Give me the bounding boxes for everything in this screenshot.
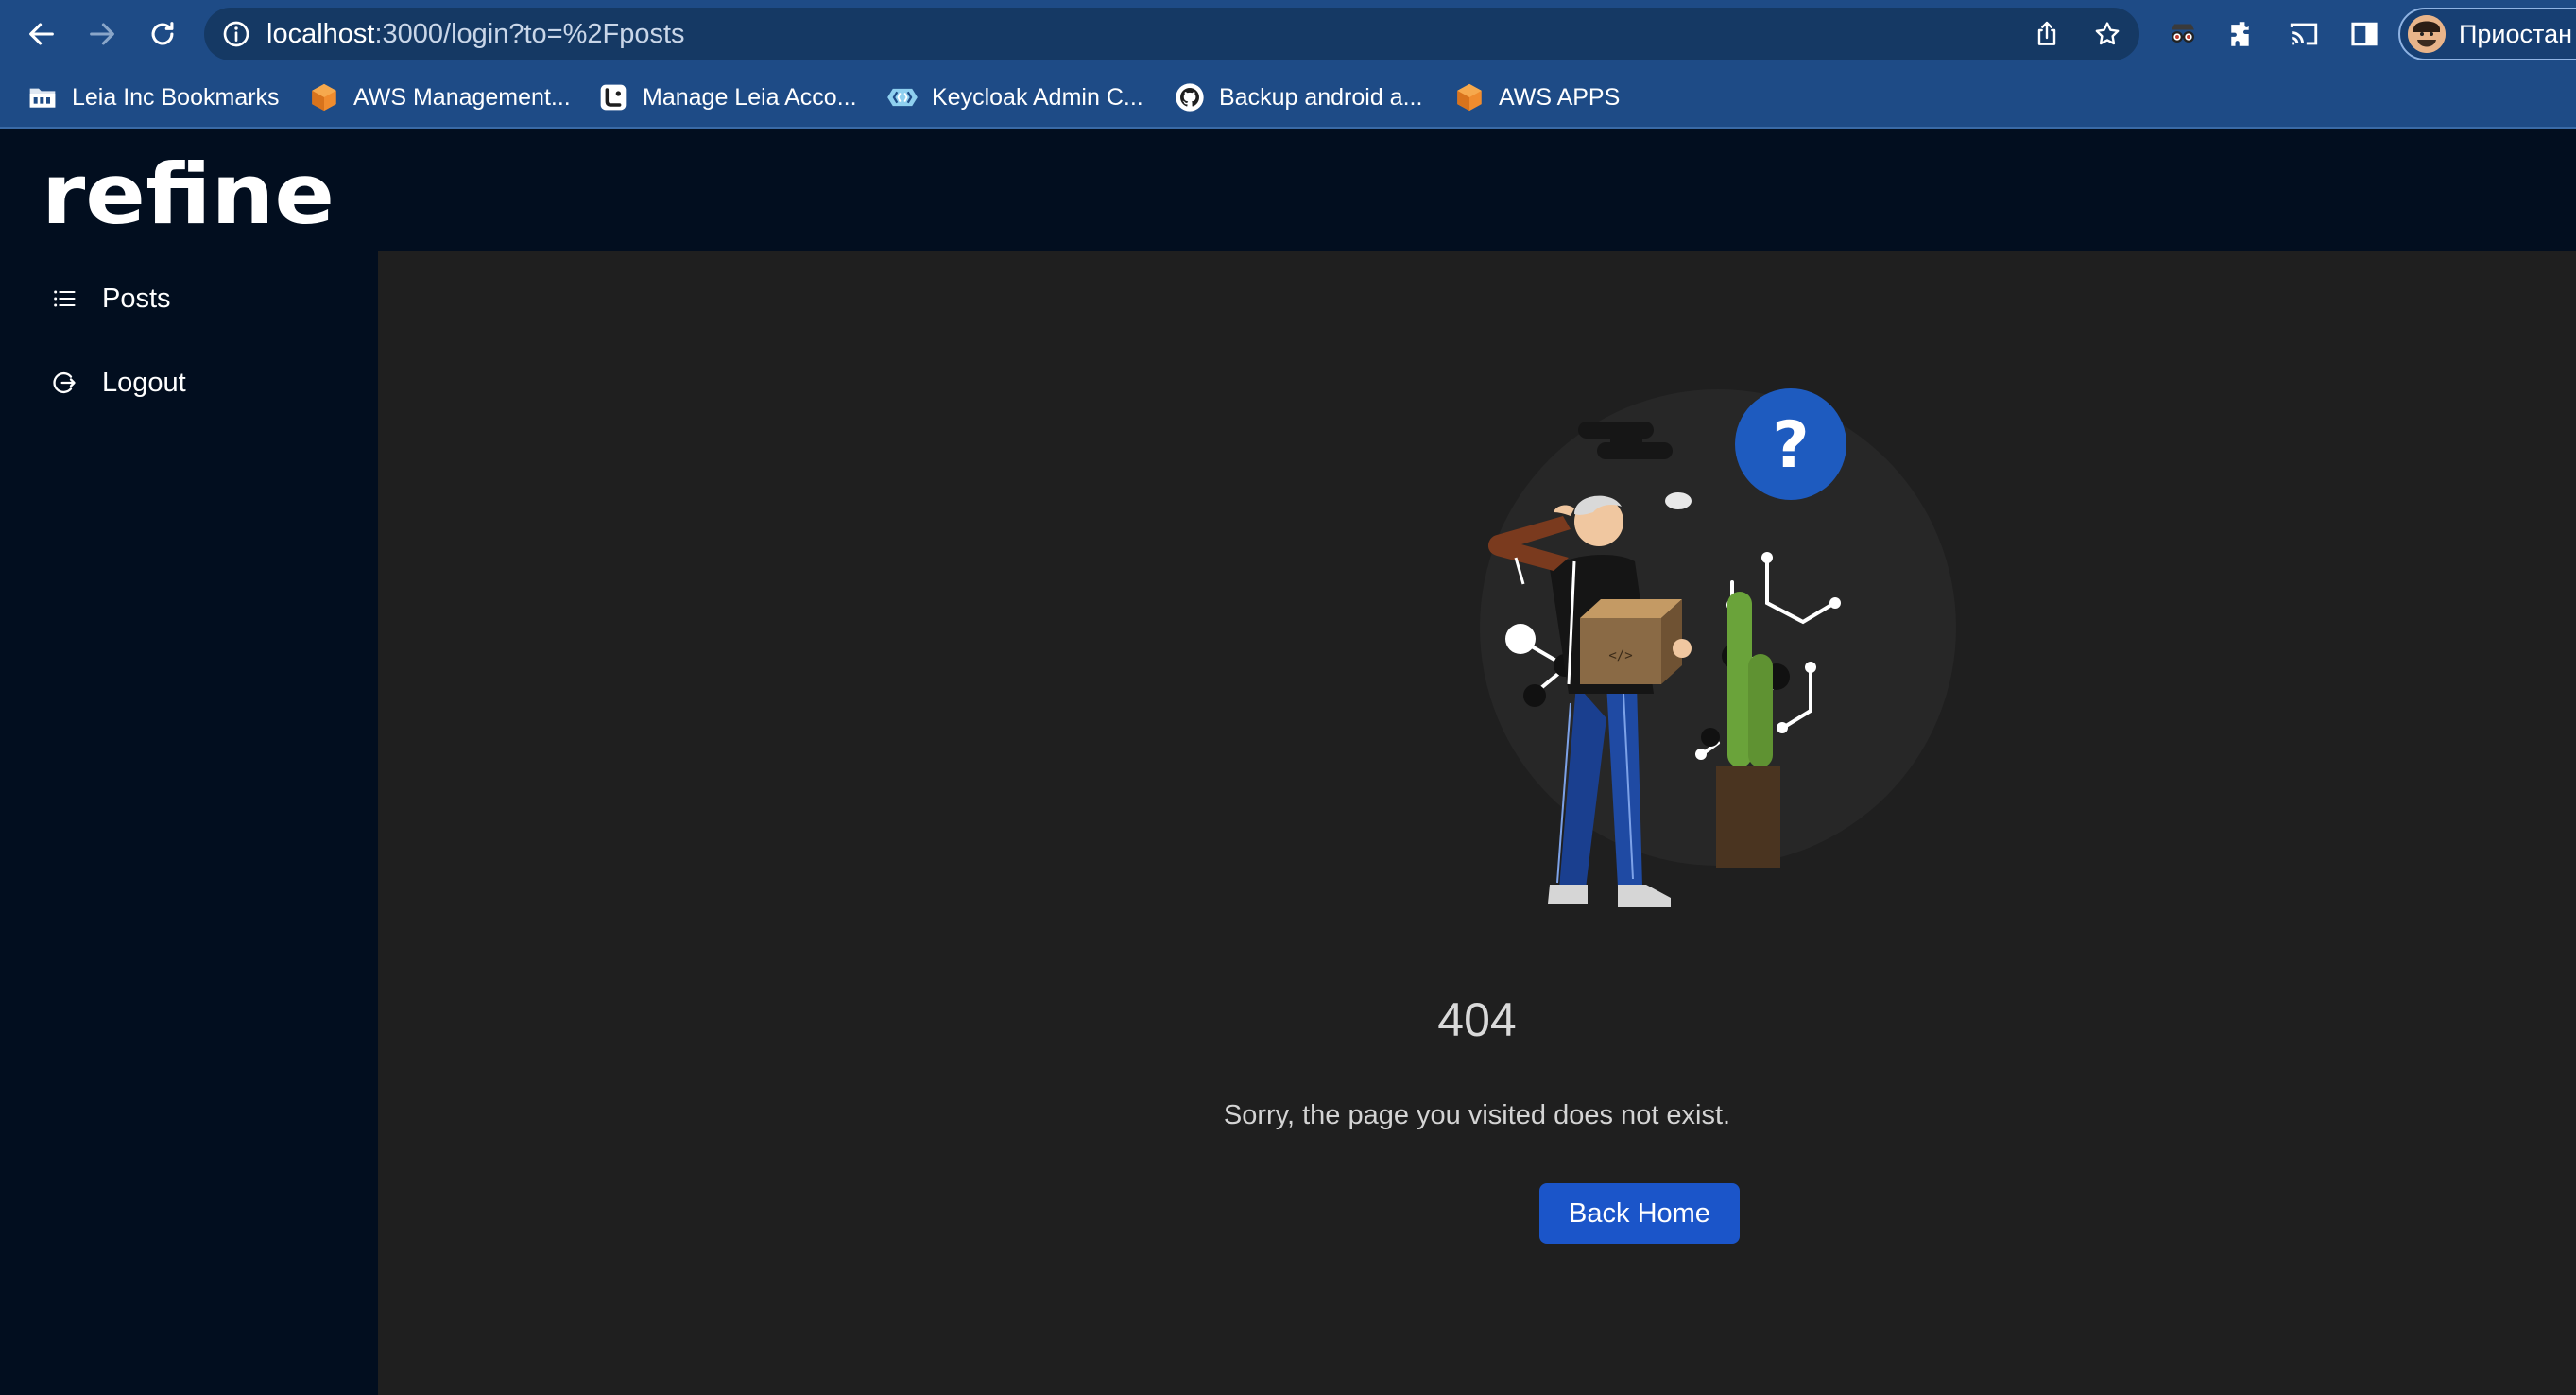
address-bar[interactable]: localhost:3000/login?to=%2Fposts	[204, 8, 2139, 60]
spy-extension-icon[interactable]	[2164, 15, 2202, 53]
bookmark-backup-android[interactable]: Backup android a...	[1174, 68, 1422, 127]
sidebar-item-label: Posts	[102, 283, 171, 314]
site-info-icon[interactable]	[221, 19, 251, 49]
bookmark-aws-apps[interactable]: AWS APPS	[1453, 68, 1620, 127]
side-panel-icon[interactable]	[2345, 15, 2383, 53]
bookmark-label: AWS APPS	[1499, 83, 1621, 111]
bookmark-manage-leia[interactable]: Manage Leia Acco...	[597, 68, 857, 127]
logo-text: refine	[42, 153, 335, 238]
keycloak-icon	[886, 81, 919, 113]
refine-logo[interactable]: refine	[42, 153, 338, 238]
url-host: localhost	[266, 19, 375, 49]
browser-toolbar: localhost:3000/login?to=%2Fposts Приоста…	[0, 0, 2576, 68]
sidebar: refine Posts Logout	[0, 129, 378, 1395]
back-nav-button[interactable]	[19, 11, 64, 57]
cast-icon[interactable]	[2285, 15, 2323, 53]
url-text: localhost:3000/login?to=%2Fposts	[266, 8, 685, 60]
sidebar-item-posts[interactable]: Posts	[0, 265, 378, 333]
folder-icon	[26, 81, 59, 113]
bookmark-aws-management[interactable]: AWS Management...	[308, 68, 571, 127]
bookmark-folder-leia[interactable]: Leia Inc Bookmarks	[26, 68, 280, 127]
leia-icon	[597, 81, 629, 113]
bookmark-label: Backup android a...	[1219, 83, 1423, 111]
main-content: ? </> 404 Sorry, the page you visited do…	[378, 251, 2576, 1395]
app-header	[378, 129, 2576, 251]
share-icon[interactable]	[2032, 19, 2062, 49]
github-icon	[1174, 81, 1206, 113]
avatar	[2408, 15, 2446, 53]
url-path: :3000/login?to=%2Fposts	[374, 19, 685, 49]
svg-text:?: ?	[1772, 408, 1809, 483]
logout-icon	[51, 368, 81, 398]
arrow-left-icon	[29, 23, 54, 45]
bookmark-label: AWS Management...	[353, 83, 571, 111]
back-home-button[interactable]: Back Home	[1539, 1183, 1740, 1244]
bookmark-keycloak[interactable]: Keycloak Admin C...	[886, 68, 1143, 127]
list-icon	[51, 284, 81, 314]
profile-label: Приостан	[2459, 20, 2573, 48]
bookmark-label: Keycloak Admin C...	[932, 83, 1143, 111]
bookmark-label: Leia Inc Bookmarks	[72, 83, 280, 111]
puzzle-icon[interactable]	[2224, 15, 2262, 53]
bookmark-label: Manage Leia Acco...	[643, 83, 857, 111]
reload-button[interactable]	[140, 11, 185, 57]
forward-nav-button[interactable]	[79, 11, 125, 57]
sidebar-item-logout[interactable]: Logout	[0, 349, 378, 417]
result-subtitle: Sorry, the page you visited does not exi…	[1223, 1100, 1731, 1130]
aws-icon	[308, 81, 340, 113]
sidebar-item-label: Logout	[102, 367, 186, 398]
svg-text:</>: </>	[1608, 648, 1632, 663]
reload-icon	[151, 22, 174, 45]
profile-button[interactable]: Приостан	[2398, 8, 2576, 60]
aws-icon	[1453, 81, 1485, 113]
result-title: 404	[1437, 993, 1517, 1046]
404-illustration: ? </>	[1480, 388, 1956, 907]
arrow-right-icon	[90, 23, 114, 45]
bookmark-star-icon[interactable]	[2092, 19, 2122, 49]
bookmarks-bar: Leia Inc Bookmarks AWS Management... Man…	[0, 68, 2576, 129]
